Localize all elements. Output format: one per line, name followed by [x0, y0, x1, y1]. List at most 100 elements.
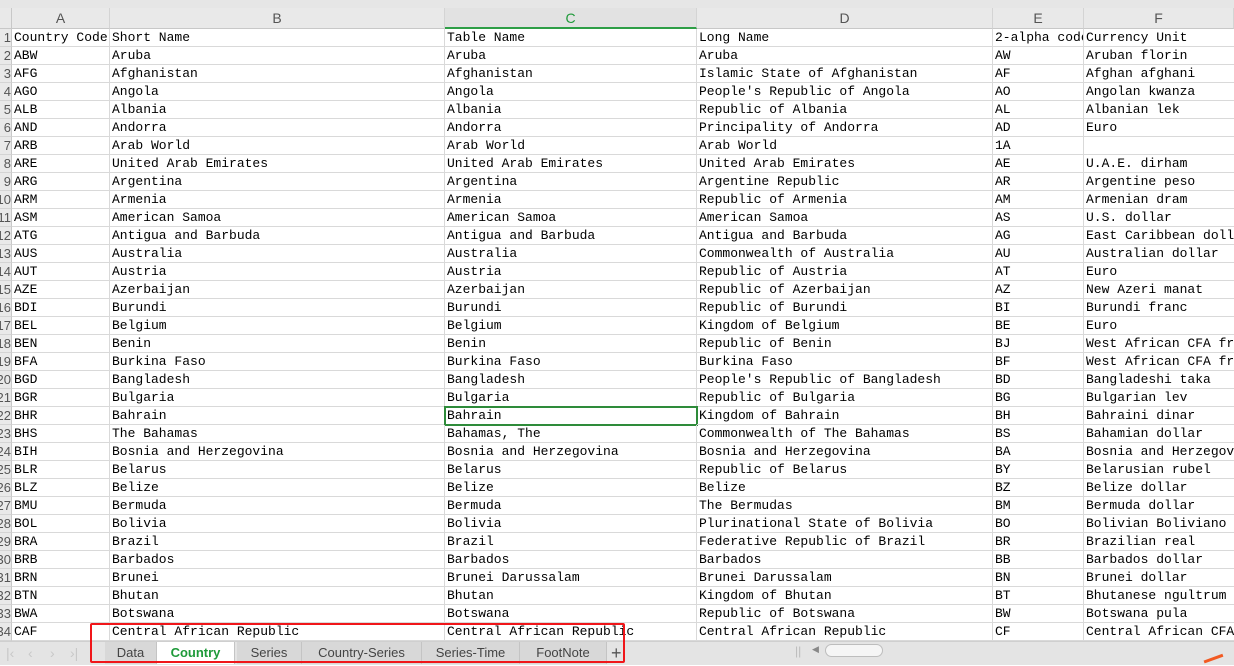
table-cell[interactable]: Azerbaijan	[110, 281, 445, 299]
table-cell[interactable]: Commonwealth of The Bahamas	[697, 425, 993, 443]
table-cell[interactable]: Kingdom of Belgium	[697, 317, 993, 335]
table-cell[interactable]: Arab World	[445, 137, 697, 155]
sheet-tab-data[interactable]: Data	[105, 642, 157, 664]
table-cell[interactable]: BD	[993, 371, 1084, 389]
table-cell[interactable]: Republic of Azerbaijan	[697, 281, 993, 299]
table-cell[interactable]: Republic of Austria	[697, 263, 993, 281]
table-cell[interactable]: New Azeri manat	[1084, 281, 1234, 299]
table-cell[interactable]: BB	[993, 551, 1084, 569]
table-cell[interactable]: Commonwealth of Australia	[697, 245, 993, 263]
row-header[interactable]: 17	[0, 317, 12, 335]
table-cell[interactable]: Armenian dram	[1084, 191, 1234, 209]
table-cell[interactable]: Armenia	[110, 191, 445, 209]
sheet-tab-footnote[interactable]: FootNote	[520, 642, 607, 664]
table-cell[interactable]: AUS	[12, 245, 110, 263]
row-header[interactable]: 33	[0, 605, 12, 623]
row-header[interactable]: 23	[0, 425, 12, 443]
table-cell[interactable]: Central African Republic	[445, 623, 697, 641]
table-cell[interactable]: Botswana pula	[1084, 605, 1234, 623]
table-cell[interactable]: Aruba	[110, 47, 445, 65]
table-cell[interactable]: Australian dollar	[1084, 245, 1234, 263]
row-header[interactable]: 31	[0, 569, 12, 587]
sheet-tab-series[interactable]: Series	[237, 642, 302, 664]
table-cell[interactable]: Belarusian rubel	[1084, 461, 1234, 479]
table-cell[interactable]: Aruba	[697, 47, 993, 65]
table-cell[interactable]: West African CFA franc	[1084, 353, 1234, 371]
table-cell[interactable]: Arab World	[697, 137, 993, 155]
table-cell[interactable]: ABW	[12, 47, 110, 65]
column-header-a[interactable]: A	[12, 8, 110, 29]
table-cell[interactable]: Antigua and Barbuda	[110, 227, 445, 245]
table-cell[interactable]: AM	[993, 191, 1084, 209]
table-cell[interactable]: AF	[993, 65, 1084, 83]
table-cell[interactable]: Bolivia	[445, 515, 697, 533]
table-cell[interactable]: Botswana	[445, 605, 697, 623]
table-cell[interactable]: Burundi	[110, 299, 445, 317]
table-cell[interactable]: U.A.E. dirham	[1084, 155, 1234, 173]
table-cell[interactable]: Republic of Albania	[697, 101, 993, 119]
table-cell[interactable]: Bangladesh	[110, 371, 445, 389]
table-cell[interactable]: The Bahamas	[110, 425, 445, 443]
header-cell[interactable]: Currency Unit	[1084, 29, 1234, 47]
table-cell[interactable]: West African CFA franc	[1084, 335, 1234, 353]
table-cell[interactable]: Burundi franc	[1084, 299, 1234, 317]
table-cell[interactable]: Barbados dollar	[1084, 551, 1234, 569]
table-cell[interactable]: Bhutan	[110, 587, 445, 605]
table-cell[interactable]: Albanian lek	[1084, 101, 1234, 119]
row-header[interactable]: 12	[0, 227, 12, 245]
select-all-corner[interactable]	[0, 8, 12, 29]
table-cell[interactable]: Belize	[110, 479, 445, 497]
row-header[interactable]: 14	[0, 263, 12, 281]
column-header-c[interactable]: C	[445, 8, 697, 29]
table-cell[interactable]: Bhutanese ngultrum	[1084, 587, 1234, 605]
table-cell[interactable]: BRB	[12, 551, 110, 569]
table-cell[interactable]: United Arab Emirates	[697, 155, 993, 173]
table-cell[interactable]: Republic of Bulgaria	[697, 389, 993, 407]
table-cell[interactable]: AFG	[12, 65, 110, 83]
table-cell[interactable]: Brazilian real	[1084, 533, 1234, 551]
table-cell[interactable]: Bulgarian lev	[1084, 389, 1234, 407]
table-cell[interactable]: Andorra	[110, 119, 445, 137]
table-cell[interactable]: The Bermudas	[697, 497, 993, 515]
table-cell[interactable]: Bosnia and Herzegovina	[110, 443, 445, 461]
column-header-b[interactable]: B	[110, 8, 445, 29]
table-cell[interactable]: ARG	[12, 173, 110, 191]
table-cell[interactable]: BF	[993, 353, 1084, 371]
row-header[interactable]: 19	[0, 353, 12, 371]
table-cell[interactable]: Burkina Faso	[445, 353, 697, 371]
table-cell[interactable]: Bahraini dinar	[1084, 407, 1234, 425]
table-cell[interactable]: American Samoa	[697, 209, 993, 227]
table-cell[interactable]: Republic of Burundi	[697, 299, 993, 317]
table-cell[interactable]: Bermuda	[110, 497, 445, 515]
table-cell[interactable]: CF	[993, 623, 1084, 641]
scrollbar-thumb[interactable]	[825, 644, 883, 657]
table-cell[interactable]: Brunei Darussalam	[697, 569, 993, 587]
table-cell[interactable]: 1A	[993, 137, 1084, 155]
table-cell[interactable]: AND	[12, 119, 110, 137]
table-cell[interactable]: BHR	[12, 407, 110, 425]
table-cell[interactable]: Benin	[110, 335, 445, 353]
table-cell[interactable]: East Caribbean dollar	[1084, 227, 1234, 245]
table-cell[interactable]: Central African CFA franc	[1084, 623, 1234, 641]
table-cell[interactable]: Austria	[110, 263, 445, 281]
table-cell[interactable]: BE	[993, 317, 1084, 335]
table-cell[interactable]: Belize	[697, 479, 993, 497]
table-cell[interactable]: Islamic State of Afghanistan	[697, 65, 993, 83]
table-cell[interactable]: Bolivia	[110, 515, 445, 533]
table-cell[interactable]: Argentine peso	[1084, 173, 1234, 191]
table-cell[interactable]: BR	[993, 533, 1084, 551]
table-cell[interactable]: United Arab Emirates	[445, 155, 697, 173]
row-header[interactable]: 21	[0, 389, 12, 407]
table-cell[interactable]: Brazil	[110, 533, 445, 551]
table-cell[interactable]: AZ	[993, 281, 1084, 299]
table-cell[interactable]: BI	[993, 299, 1084, 317]
column-header-e[interactable]: E	[993, 8, 1084, 29]
table-cell[interactable]: Bolivian Boliviano	[1084, 515, 1234, 533]
table-cell[interactable]: Aruba	[445, 47, 697, 65]
table-cell[interactable]: BLR	[12, 461, 110, 479]
table-cell[interactable]: AG	[993, 227, 1084, 245]
table-cell[interactable]: ASM	[12, 209, 110, 227]
table-cell[interactable]: ALB	[12, 101, 110, 119]
next-sheet-icon[interactable]: ›	[50, 645, 55, 661]
table-cell[interactable]: AW	[993, 47, 1084, 65]
